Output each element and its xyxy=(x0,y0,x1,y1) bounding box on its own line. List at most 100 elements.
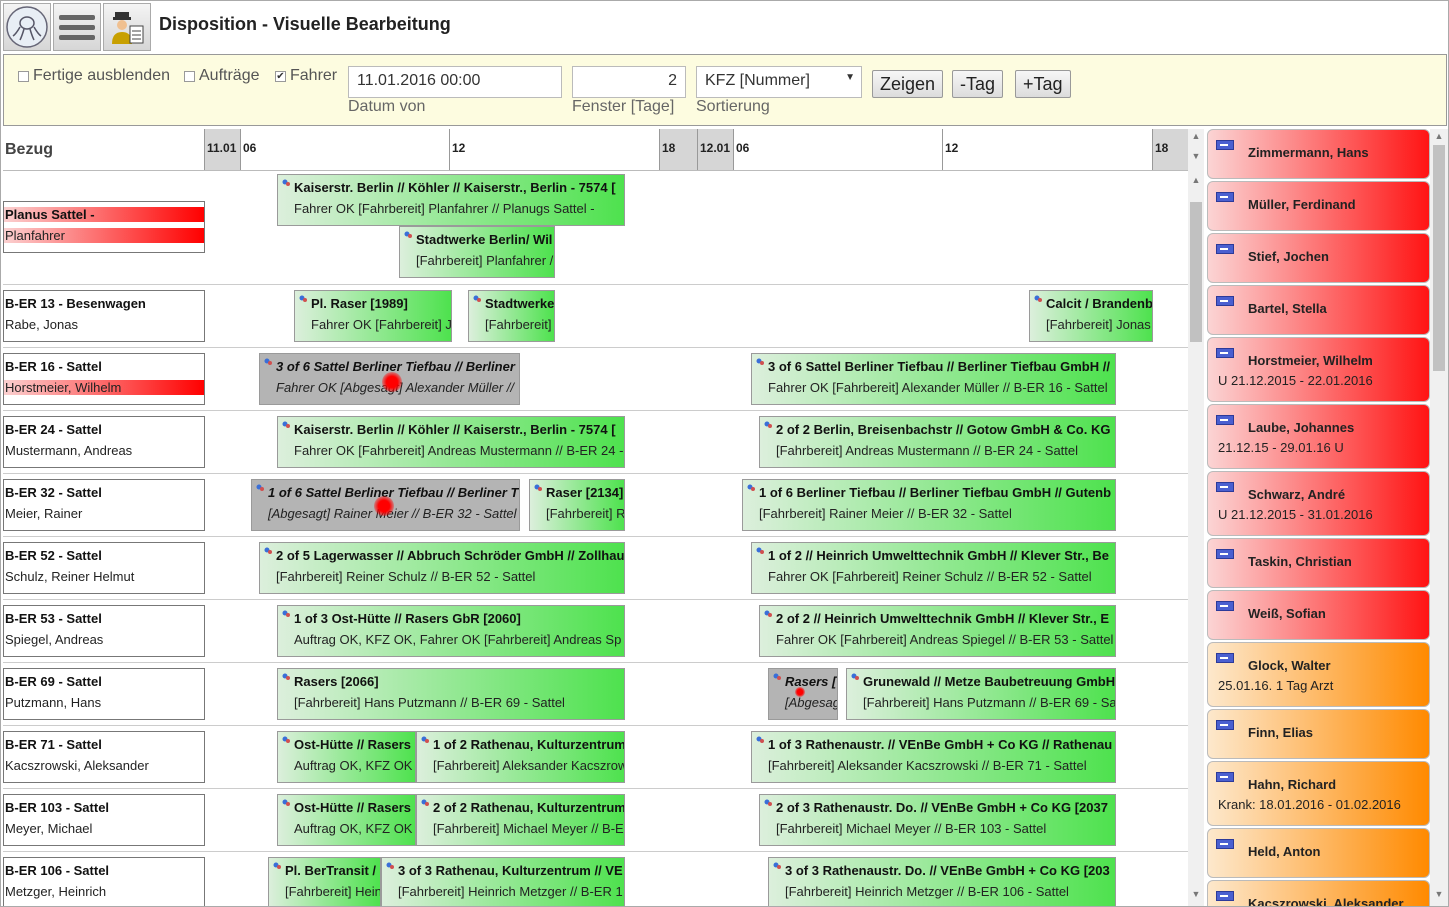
vehicle-label[interactable]: Planus Sattel - Planfahrer xyxy=(3,201,205,253)
driver-card[interactable]: Zimmermann, Hans xyxy=(1207,129,1430,179)
scroll-up-icon[interactable]: ▲ xyxy=(1188,131,1204,145)
booking-block[interactable]: 1 of 2 // Heinrich Umwelttechnik GmbH //… xyxy=(751,542,1116,594)
booking-block[interactable]: Grunewald // Metze Baubetreuung GmbH [Fah… xyxy=(846,668,1116,720)
booking-block-cancelled[interactable]: Rasers [[Abgesag xyxy=(768,668,838,720)
driver-card[interactable]: Weiß, Sofian xyxy=(1207,590,1430,640)
booking-block[interactable]: Ost-Hütte // Rasers Auftrag OK, KFZ OK xyxy=(277,731,416,783)
hide-finished-checkbox[interactable]: Fertige ausblenden xyxy=(18,67,170,85)
vehicle-label[interactable]: B-ER 53 - Sattel Spiegel, Andreas xyxy=(3,605,205,657)
tick-label: 06 xyxy=(733,129,942,170)
booking-title: Calcit / Brandenb xyxy=(1046,296,1153,311)
driver-card[interactable]: Müller, Ferdinand xyxy=(1207,181,1430,231)
booking-block[interactable]: 1 of 3 Rathenaustr. // VEnBe GmbH + Co K… xyxy=(751,731,1116,783)
driver-card[interactable]: Kacszrowski, Aleksander xyxy=(1207,880,1430,906)
show-button[interactable]: Zeigen xyxy=(872,70,944,98)
driver-card-name: Bartel, Stella xyxy=(1248,301,1327,316)
booking-detail: [Fahrbereit] Michael Meyer // B-E xyxy=(433,821,624,836)
scroll-down-icon[interactable]: ▼ xyxy=(1188,889,1204,903)
booking-block[interactable]: 3 of 3 Rathenau, Kulturzentrum // VE [Fah… xyxy=(381,857,625,906)
driver-card[interactable]: Held, Anton xyxy=(1207,828,1430,878)
booking-block[interactable]: Rasers [2066] [Fahrbereit] Hans Putzmann … xyxy=(277,668,625,720)
driver-button[interactable] xyxy=(103,3,151,51)
driver-card[interactable]: Horstmeier, Wilhelm U 21.12.2015 - 22.01.… xyxy=(1207,337,1430,402)
booking-detail: [Fahrbereit] Aleksander Kacszrow xyxy=(433,758,625,773)
booking-title: 1 of 6 Berliner Tiefbau // Berliner Tief… xyxy=(759,485,1112,500)
grid-scrollbar[interactable]: ▲ ▼ ▲ ▼ xyxy=(1188,129,1204,906)
vehicle-label[interactable]: B-ER 24 - Sattel Mustermann, Andreas xyxy=(3,416,205,468)
booking-block[interactable]: Pl. Raser [1989] Fahrer OK [Fahrbereit] J xyxy=(294,290,452,342)
vehicle-label[interactable]: B-ER 71 - Sattel Kacszrowski, Aleksander xyxy=(3,731,205,783)
vehicle-label[interactable]: B-ER 13 - Besenwagen Rabe, Jonas xyxy=(3,290,205,342)
location-pin-icon xyxy=(747,484,755,491)
booking-block[interactable]: Pl. BerTransit / [Fahrbereit] Hein xyxy=(268,857,381,906)
location-pin-icon xyxy=(773,862,781,869)
booking-block-cancelled[interactable]: 3 of 6 Sattel Berliner Tiefbau // Berlin… xyxy=(259,353,520,405)
driver-card-icon xyxy=(1216,720,1234,730)
checkbox-box[interactable] xyxy=(18,70,29,82)
driver-card-icon xyxy=(1216,140,1234,150)
driver-card[interactable]: Bartel, Stella xyxy=(1207,285,1430,335)
booking-block[interactable]: Calcit / Brandenb [Fahrbereit] Jonas xyxy=(1029,290,1153,342)
booking-title: Rasers [2066] xyxy=(294,674,379,689)
booking-block[interactable]: 1 of 3 Ost-Hütte // Rasers GbR [2060] Auf… xyxy=(277,605,625,657)
booking-block[interactable]: Stadtwerke [Fahrbereit] xyxy=(468,290,555,342)
driver-name: Metzger, Heinrich xyxy=(5,884,107,899)
drivers-checkbox[interactable]: ✔ Fahrer xyxy=(275,67,337,85)
booking-block[interactable]: Raser [2134] [Fahrbereit] R xyxy=(529,479,625,531)
plus-day-button[interactable]: +Tag xyxy=(1015,70,1071,98)
driver-card[interactable]: Schwarz, André U 21.12.2015 - 31.01.2016 xyxy=(1207,471,1430,536)
booking-title: Rasers [ xyxy=(785,674,837,689)
checkbox-box[interactable] xyxy=(184,70,195,82)
booking-block[interactable]: 2 of 2 // Heinrich Umwelttechnik GmbH //… xyxy=(759,605,1116,657)
booking-detail: Fahrer OK [Fahrbereit] Alexander Müller … xyxy=(768,380,1108,395)
booking-block-cancelled[interactable]: 1 of 6 Sattel Berliner Tiefbau // Berlin… xyxy=(251,479,520,531)
date-from-input[interactable]: 11.01.2016 00:00 xyxy=(348,66,562,98)
minus-day-button[interactable]: -Tag xyxy=(952,70,1004,98)
tick-label: 11.01 xyxy=(204,129,240,170)
driver-card[interactable]: Taskin, Christian xyxy=(1207,538,1430,588)
booking-block[interactable]: 2 of 5 Lagerwasser // Abbruch Schröder G… xyxy=(259,542,625,594)
driver-card[interactable]: Finn, Elias xyxy=(1207,709,1430,759)
booking-block[interactable]: 3 of 3 Rathenaustr. Do. // VEnBe GmbH + … xyxy=(768,857,1116,906)
orders-checkbox[interactable]: Aufträge xyxy=(184,67,259,85)
hamburger-icon xyxy=(59,15,95,40)
scroll-down-icon[interactable]: ▼ xyxy=(1188,151,1204,165)
driver-card[interactable]: Glock, Walter 25.01.16. 1 Tag Arzt xyxy=(1207,642,1430,707)
tick-label: 06 xyxy=(240,129,449,170)
scrollbar-thumb[interactable] xyxy=(1190,202,1202,342)
tick-label: 12.01 xyxy=(697,129,733,170)
scroll-up-icon[interactable]: ▲ xyxy=(1188,175,1204,189)
vehicle-label[interactable]: B-ER 69 - Sattel Putzmann, Hans xyxy=(3,668,205,720)
booking-block[interactable]: 1 of 2 Rathenau, Kulturzentrum [Fahrberei… xyxy=(416,731,625,783)
vehicle-label[interactable]: B-ER 103 - Sattel Meyer, Michael xyxy=(3,794,205,846)
booking-block[interactable]: Kaiserstr. Berlin // Köhler // Kaiserstr… xyxy=(277,416,625,468)
window-days-input[interactable]: 2 xyxy=(572,66,686,98)
location-pin-icon xyxy=(282,421,290,428)
booking-block[interactable]: 1 of 6 Berliner Tiefbau // Berliner Tief… xyxy=(742,479,1116,531)
vehicle-label[interactable]: B-ER 52 - Sattel Schulz, Reiner Helmut xyxy=(3,542,205,594)
booking-block[interactable]: 2 of 3 Rathenaustr. Do. // VEnBe GmbH + … xyxy=(759,794,1116,846)
booking-block[interactable]: Kaiserstr. Berlin // Köhler // Kaiserstr… xyxy=(277,174,625,226)
menu-button[interactable] xyxy=(53,3,101,51)
booking-block[interactable]: 3 of 6 Sattel Berliner Tiefbau // Berlin… xyxy=(751,353,1116,405)
booking-detail: Auftrag OK, KFZ OK xyxy=(294,821,413,836)
checkbox-label: Fertige ausblenden xyxy=(33,67,170,84)
vehicle-label[interactable]: B-ER 16 - Sattel Horstmeier, Wilhelm xyxy=(3,353,205,405)
checkbox-checked[interactable]: ✔ xyxy=(275,70,286,82)
scroll-up-icon[interactable]: ▲ xyxy=(1430,131,1448,145)
driver-card[interactable]: Hahn, Richard Krank: 18.01.2016 - 01.02.2… xyxy=(1207,761,1430,826)
vehicle-label[interactable]: B-ER 106 - Sattel Metzger, Heinrich xyxy=(3,857,205,906)
booking-block[interactable]: Stadtwerke Berlin/ Wil [Fahrbereit] Planf… xyxy=(399,226,555,278)
driver-card[interactable]: Laube, Johannes 21.12.15 - 29.01.16 U xyxy=(1207,404,1430,469)
scroll-down-icon[interactable]: ▼ xyxy=(1430,889,1448,903)
scrollbar-thumb[interactable] xyxy=(1433,145,1445,371)
sort-select[interactable]: KFZ [Nummer] ▼ xyxy=(696,66,862,98)
driver-card[interactable]: Stief, Jochen xyxy=(1207,233,1430,283)
booking-detail: [Fahrbereit] Planfahrer / xyxy=(416,253,554,268)
driver-list-scrollbar[interactable]: ▲ ▼ xyxy=(1430,129,1448,906)
booking-block[interactable]: Ost-Hütte // Rasers Auftrag OK, KFZ OK xyxy=(277,794,416,846)
booking-block[interactable]: 2 of 2 Rathenau, Kulturzentrum [Fahrberei… xyxy=(416,794,625,846)
vehicle-label[interactable]: B-ER 32 - Sattel Meier, Rainer xyxy=(3,479,205,531)
booking-block[interactable]: 2 of 2 Berlin, Breisenbachstr // Gotow G… xyxy=(759,416,1116,468)
logo-button[interactable] xyxy=(3,3,51,51)
